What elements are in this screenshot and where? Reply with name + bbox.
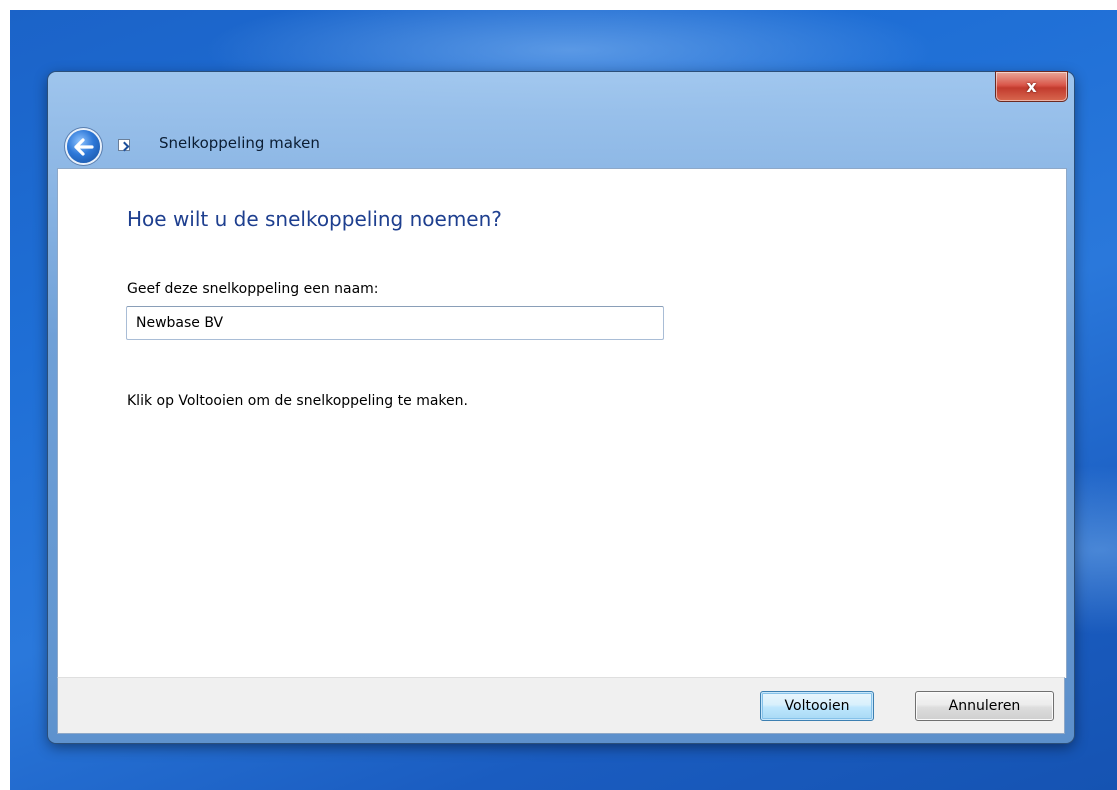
desktop-background: x Snelkoppeling maken Hoe wilt u de snel… xyxy=(10,10,1117,790)
shortcut-name-input[interactable] xyxy=(126,306,664,340)
back-button[interactable] xyxy=(67,130,100,163)
shortcut-name-label: Geef deze snelkoppeling een naam: xyxy=(127,281,379,297)
title-bar: x Snelkoppeling maken xyxy=(48,72,1074,163)
window-title: Snelkoppeling maken xyxy=(159,134,320,152)
back-arrow-icon xyxy=(73,137,94,156)
finish-hint-text: Klik op Voltooien om de snelkoppeling te… xyxy=(127,393,468,409)
shortcut-icon xyxy=(118,139,130,151)
close-icon: x xyxy=(1026,77,1037,96)
finish-button[interactable]: Voltooien xyxy=(760,691,874,721)
page-heading: Hoe wilt u de snelkoppeling noemen? xyxy=(127,207,502,231)
wizard-footer: Voltooien Annuleren xyxy=(57,677,1065,734)
close-button[interactable]: x xyxy=(996,72,1067,101)
create-shortcut-dialog: x Snelkoppeling maken Hoe wilt u de snel… xyxy=(48,72,1074,743)
wizard-content: Hoe wilt u de snelkoppeling noemen? Geef… xyxy=(57,168,1067,678)
cancel-button[interactable]: Annuleren xyxy=(915,691,1054,721)
